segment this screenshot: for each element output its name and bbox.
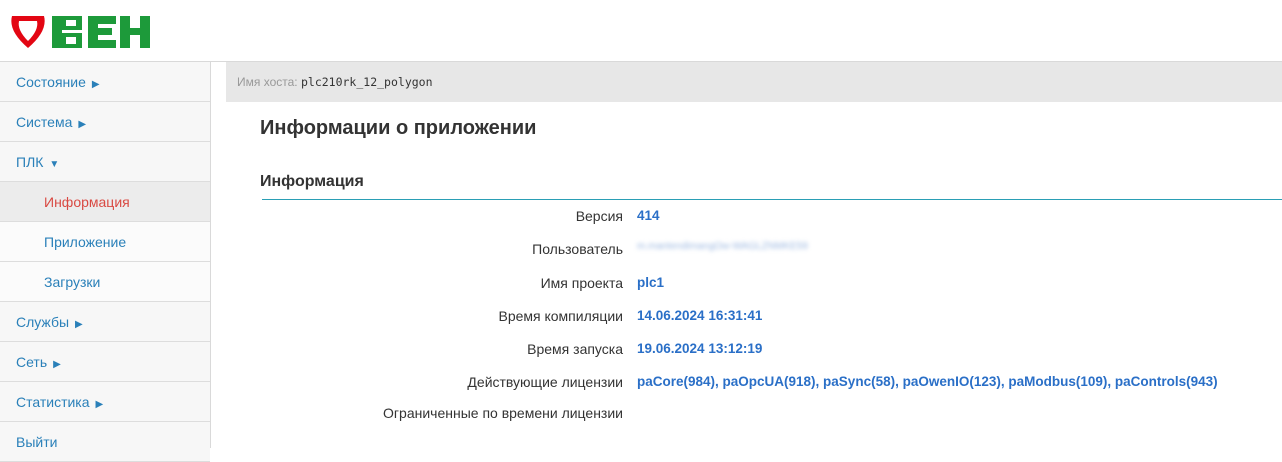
sidebar-item-network[interactable]: Сеть ▶ <box>0 342 210 382</box>
caret-right-icon: ▶ <box>75 319 83 330</box>
sidebar-item-label: Сеть <box>16 354 48 370</box>
sidebar-item-logout[interactable]: Выйти <box>0 422 210 462</box>
sidebar-item-label: Состояние <box>16 74 86 90</box>
info-label: Время компиляции <box>498 308 623 324</box>
info-label: Имя проекта <box>540 275 623 291</box>
info-value: m.mantendimangOw-WAGLZNMKE59 <box>637 241 808 252</box>
info-label: Пользователь <box>532 241 623 257</box>
caret-down-icon: ▼ <box>49 159 60 170</box>
sidebar-item-downloads[interactable]: Загрузки <box>0 262 210 302</box>
info-row-version: Версия 414 <box>262 208 1282 228</box>
sidebar-item-label: Службы <box>16 314 70 330</box>
info-value: 414 <box>637 208 660 223</box>
sidebar-item-label: Загрузки <box>44 274 101 290</box>
info-label: Версия <box>575 208 623 224</box>
section-divider <box>262 199 1282 200</box>
info-row-licenses: Действующие лицензии paCore(984), paOpcU… <box>262 374 1282 394</box>
sidebar-item-services[interactable]: Службы ▶ <box>0 302 210 342</box>
hostname-value: plc210rk_12_polygon <box>300 75 433 89</box>
info-label: Ограниченные по времени лицензии <box>383 405 623 421</box>
sidebar-item-application[interactable]: Приложение <box>0 222 210 262</box>
caret-right-icon: ▶ <box>53 359 61 370</box>
info-value: paCore(984), paOpcUA(918), paSync(58), p… <box>637 374 1218 389</box>
sidebar-item-system[interactable]: Система ▶ <box>0 102 210 142</box>
info-row-start-time: Время запуска 19.06.2024 13:12:19 <box>262 341 1282 361</box>
sidebar-item-state[interactable]: Состояние ▶ <box>0 62 210 102</box>
sidebar-item-label: Статистика <box>16 394 90 410</box>
sidebar-item-label: ПЛК <box>16 154 44 170</box>
sidebar: Состояние ▶ Система ▶ ПЛК ▼ Информация Прил… <box>0 62 211 462</box>
section-title: Информация <box>260 173 364 190</box>
sidebar-item-label: Приложение <box>44 234 127 250</box>
caret-right-icon: ▶ <box>91 79 100 90</box>
info-value: 14.06.2024 16:31:41 <box>637 308 763 323</box>
sidebar-item-information[interactable]: Информация <box>0 182 210 222</box>
app-header <box>0 0 1282 61</box>
info-row-user: Пользователь m.mantendimangOw-WAGLZNMKE5… <box>262 241 1282 261</box>
info-row-project: Имя проекта plc1 <box>262 275 1282 295</box>
sidebar-item-label: Информация <box>44 194 130 210</box>
sidebar-item-plc[interactable]: ПЛК ▼ <box>0 142 210 182</box>
sidebar-item-statistics[interactable]: Статистика ▶ <box>0 382 210 422</box>
info-label: Время запуска <box>527 341 623 357</box>
hostname-bar: Имя хоста: plc210rk_12_polygon <box>226 62 1282 102</box>
info-label: Действующие лицензии <box>467 374 623 390</box>
info-value: plc1 <box>637 275 665 290</box>
hostname-label: Имя хоста: <box>237 75 298 89</box>
info-row-compile-time: Время компиляции 14.06.2024 16:31:41 <box>262 308 1282 328</box>
info-value: 19.06.2024 13:12:19 <box>637 341 763 356</box>
caret-right-icon: ▶ <box>95 399 104 410</box>
oven-logo[interactable] <box>10 12 152 50</box>
caret-right-icon: ▶ <box>78 119 87 130</box>
info-row-timed-licenses: Ограниченные по времени лицензии <box>262 405 1282 425</box>
sidebar-item-label: Система <box>16 114 73 130</box>
page-title: Информации о приложении <box>260 117 537 139</box>
